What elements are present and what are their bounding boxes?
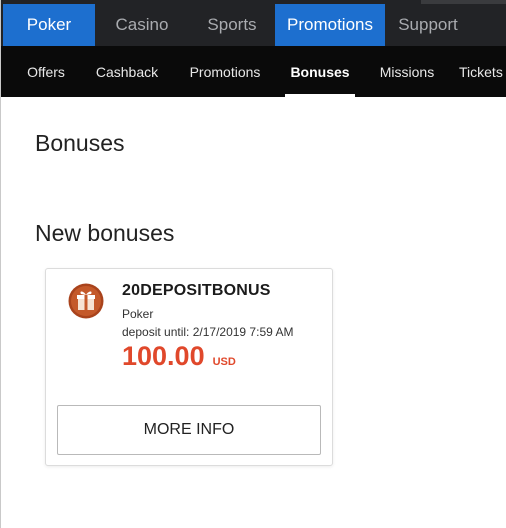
- subnav-item-promotions[interactable]: Promotions: [179, 46, 271, 97]
- bonus-currency: USD: [212, 356, 236, 368]
- subnav-item-label: Missions: [379, 63, 435, 80]
- tab-support[interactable]: Support: [385, 4, 471, 46]
- sub-navigation: Offers Cashback Promotions Bonuses Missi…: [1, 46, 506, 97]
- bonus-amount-value: 100.00: [122, 341, 205, 371]
- active-tab-underline: [285, 94, 355, 97]
- subnav-item-label: Offers: [27, 63, 65, 80]
- bonus-card: 20DEPOSITBONUS Poker deposit until: 2/17…: [45, 268, 333, 466]
- tab-poker[interactable]: Poker: [3, 4, 95, 46]
- bonus-deposit-until: deposit until: 2/17/2019 7:59 AM: [122, 325, 294, 339]
- page-title: Bonuses: [35, 130, 125, 156]
- bonus-amount: 100.00 USD: [122, 341, 236, 372]
- section-title: New bonuses: [35, 220, 175, 246]
- subnav-item-label: Cashback: [95, 63, 159, 80]
- bonus-product: Poker: [122, 307, 154, 321]
- subnav-item-missions[interactable]: Missions: [369, 46, 445, 97]
- gift-icon: [68, 283, 104, 319]
- subnav-item-label: Tickets: [459, 63, 503, 80]
- bonus-code: 20DEPOSITBONUS: [122, 282, 271, 299]
- top-navigation: Poker Casino Sports Promotions Support: [1, 0, 506, 46]
- subnav-item-cashback[interactable]: Cashback: [87, 46, 167, 97]
- subnav-item-tickets[interactable]: Tickets: [459, 46, 506, 97]
- more-info-button[interactable]: MORE INFO: [57, 405, 321, 455]
- subnav-item-offers[interactable]: Offers: [15, 46, 77, 97]
- tab-promotions[interactable]: Promotions: [275, 4, 385, 46]
- page-frame: Poker Casino Sports Promotions Support O…: [0, 0, 506, 528]
- subnav-item-label: Bonuses: [290, 63, 350, 80]
- tab-casino[interactable]: Casino: [95, 4, 189, 46]
- subnav-item-label: Promotions: [189, 63, 261, 80]
- subnav-item-bonuses[interactable]: Bonuses: [285, 46, 355, 97]
- tab-sports[interactable]: Sports: [189, 4, 275, 46]
